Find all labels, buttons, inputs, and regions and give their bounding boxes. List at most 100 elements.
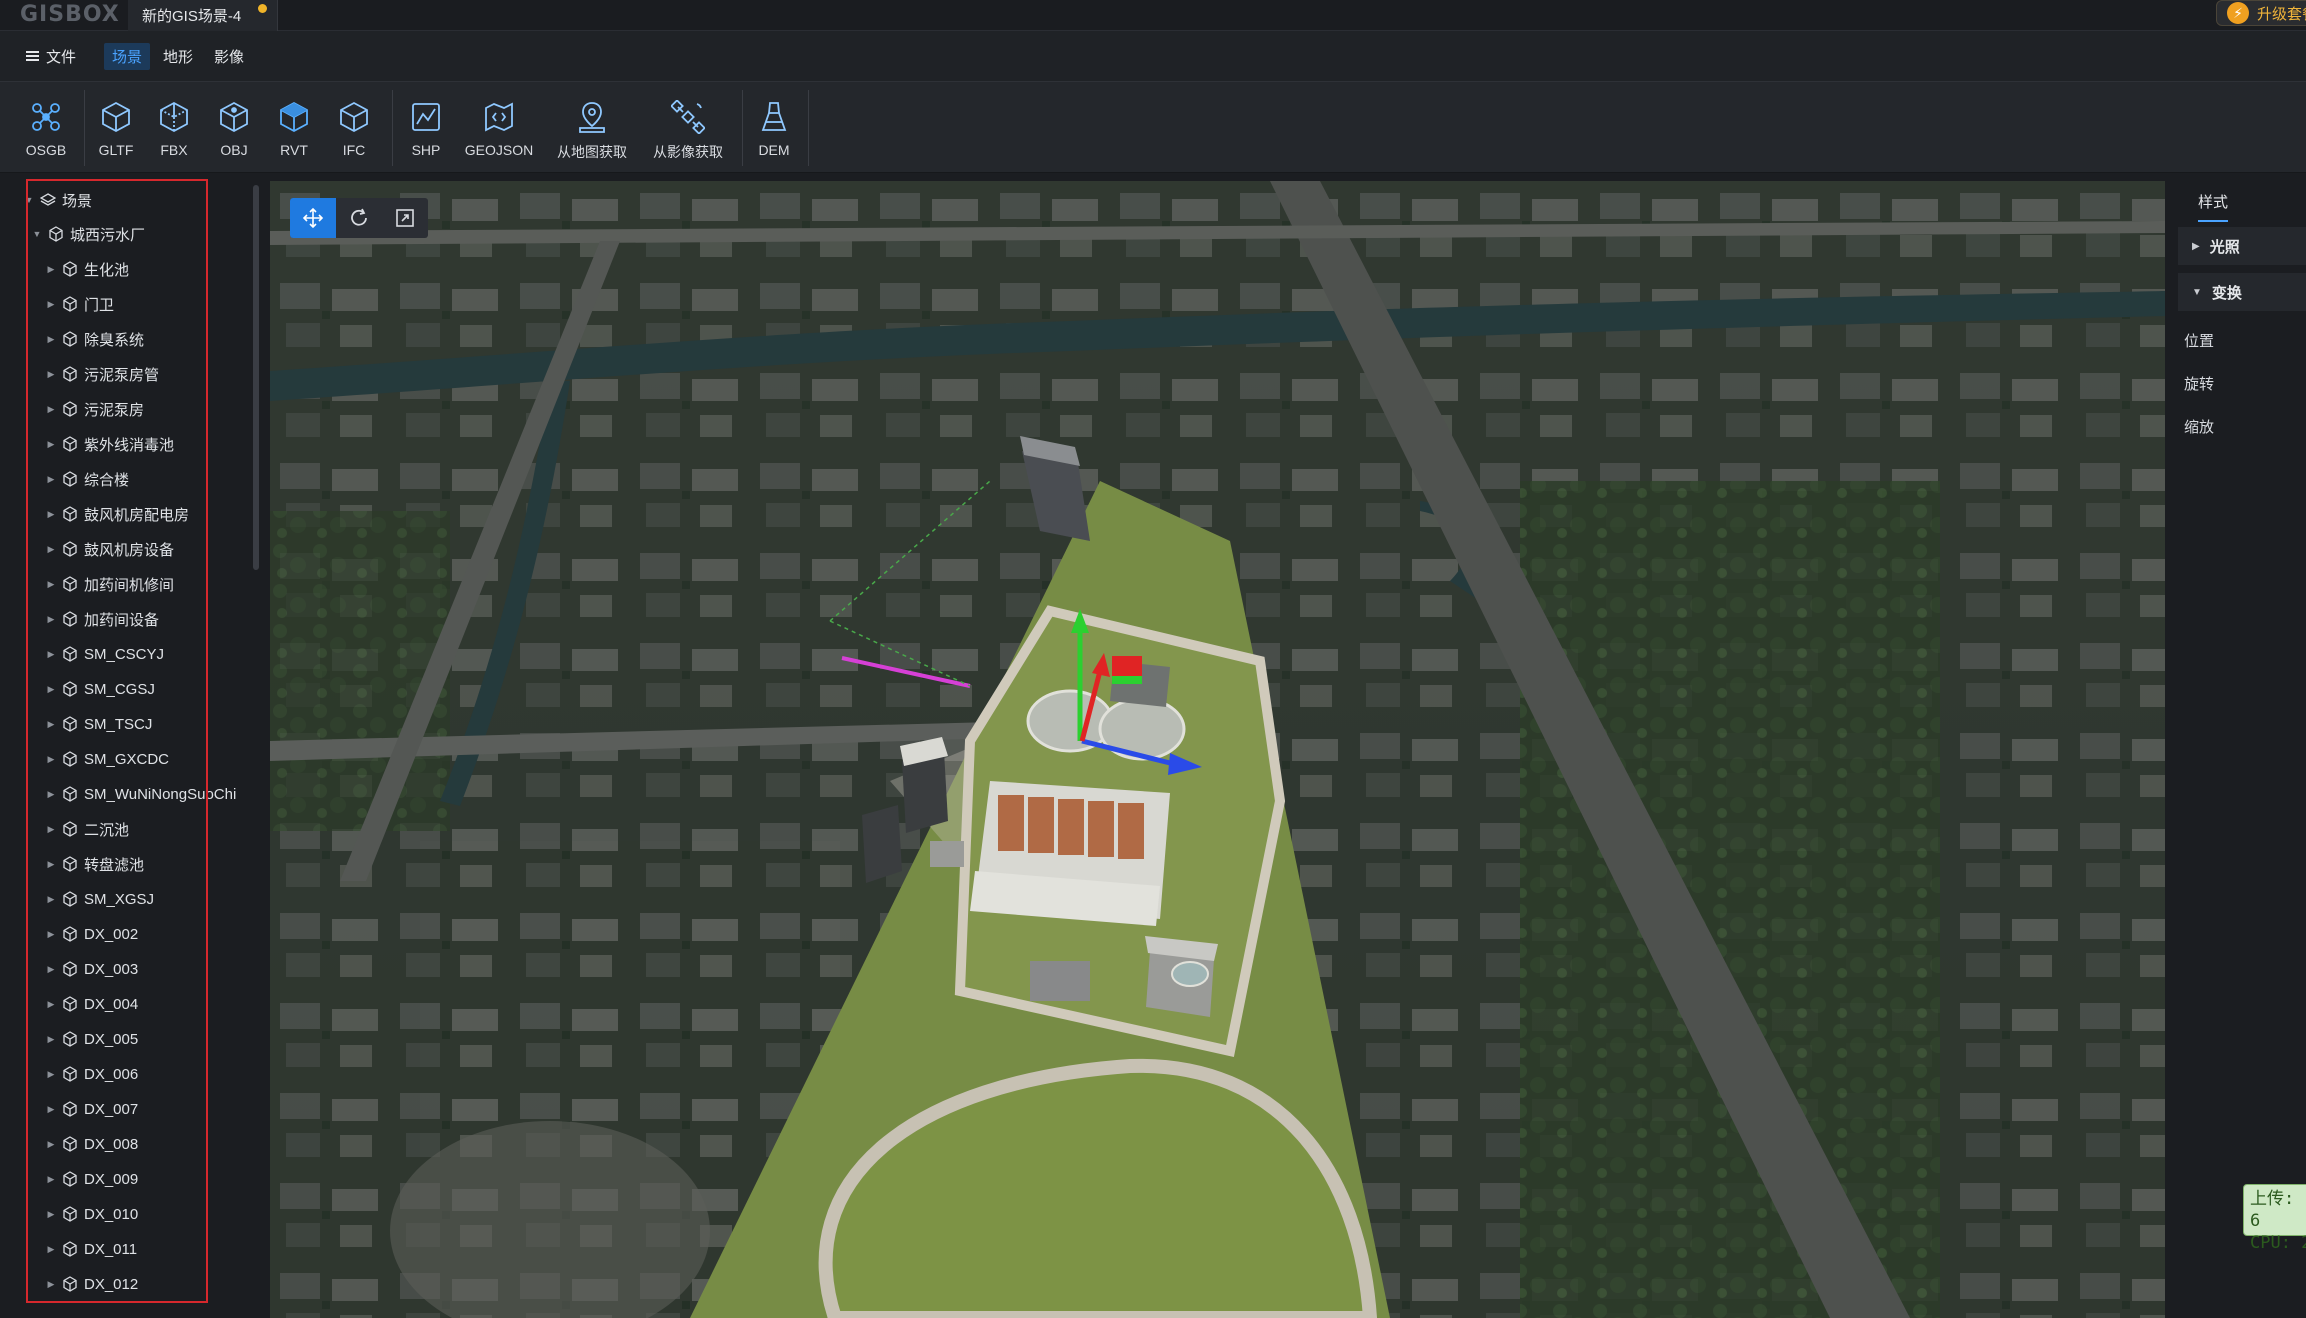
model-cube-icon	[63, 646, 77, 662]
tree-node[interactable]: ▶ 污泥泵房	[44, 392, 254, 426]
aerial-scene-canvas[interactable]	[270, 181, 2165, 1318]
chevron-right-icon[interactable]: ▶	[44, 929, 58, 940]
chevron-right-icon[interactable]: ▶	[44, 894, 58, 905]
chevron-down-icon[interactable]: ▼	[30, 229, 44, 239]
import-gltf-button[interactable]: GLTF	[88, 88, 144, 168]
tree-node[interactable]: ▶ DX_003	[44, 952, 254, 986]
tree-node[interactable]: ▶ DX_005	[44, 1022, 254, 1056]
tree-node[interactable]: ▶ DX_008	[44, 1127, 254, 1161]
chevron-right-icon[interactable]: ▶	[44, 754, 58, 765]
document-tab[interactable]: 新的GIS场景-4	[128, 0, 278, 31]
tree-node[interactable]: ▶ SM_XGSJ	[44, 882, 254, 916]
chevron-right-icon[interactable]: ▶	[44, 859, 58, 870]
tree-scrollbar[interactable]	[253, 185, 259, 570]
tab-terrain[interactable]: 地形	[155, 43, 201, 70]
tree-node[interactable]: ▶ 门卫	[44, 287, 254, 321]
tree-node[interactable]: ▶ 加药间设备	[44, 602, 254, 636]
tree-node[interactable]: ▶ DX_007	[44, 1092, 254, 1126]
tree-node[interactable]: ▶ DX_010	[44, 1197, 254, 1231]
tree-node[interactable]: ▶ DX_011	[44, 1232, 254, 1266]
gltf-label: GLTF	[98, 142, 134, 158]
tree-node-project[interactable]: ▼ 城西污水厂	[30, 217, 145, 251]
model-cube-icon	[63, 331, 77, 347]
chevron-right-icon[interactable]: ▶	[44, 684, 58, 695]
fetch-from-imagery-button[interactable]: 从影像获取	[640, 88, 736, 168]
tree-node[interactable]: ▶ 转盘滤池	[44, 847, 254, 881]
tree-node-label: DX_010	[84, 1205, 139, 1223]
tree-node-label: DX_002	[84, 925, 139, 943]
chevron-right-icon[interactable]: ▶	[44, 404, 58, 415]
chevron-right-icon[interactable]: ▶	[44, 369, 58, 380]
rotate-tool-button[interactable]	[336, 198, 382, 238]
import-osgb-button[interactable]: OSGB	[14, 88, 78, 168]
tree-node[interactable]: ▶ DX_012	[44, 1267, 254, 1301]
chevron-right-icon[interactable]: ▶	[44, 299, 58, 310]
tree-node[interactable]: ▶ 污泥泵房管	[44, 357, 254, 391]
chevron-right-icon[interactable]: ▶	[44, 649, 58, 660]
file-menu-button[interactable]: 文件	[26, 46, 76, 67]
chevron-right-icon[interactable]: ▶	[44, 544, 58, 555]
chevron-right-icon[interactable]: ▶	[44, 719, 58, 730]
tree-node[interactable]: ▶ 鼓风机房配电房	[44, 497, 254, 531]
tree-node[interactable]: ▶ DX_009	[44, 1162, 254, 1196]
import-dem-button[interactable]: DEM	[748, 88, 800, 168]
import-shp-button[interactable]: SHP	[398, 88, 454, 168]
tree-node[interactable]: ▶ DX_002	[44, 917, 254, 951]
menu-bar: 文件 场景 地形 影像	[0, 31, 2306, 81]
model-cube-icon	[63, 506, 77, 522]
model-cube-icon	[63, 926, 77, 942]
tree-node[interactable]: ▶ SM_CSCYJ	[44, 637, 254, 671]
import-geojson-button[interactable]: GEOJSON	[454, 88, 544, 168]
move-tool-button[interactable]	[290, 198, 336, 238]
import-rvt-button[interactable]: RVT	[264, 88, 324, 168]
chevron-right-icon[interactable]: ▶	[44, 1279, 58, 1290]
tree-node-scene-root[interactable]: ▼ 场景	[22, 183, 92, 217]
tree-node[interactable]: ▶ DX_006	[44, 1057, 254, 1091]
chevron-right-icon[interactable]: ▶	[44, 439, 58, 450]
tree-node[interactable]: ▶ SM_WuNiNongSuoChi	[44, 777, 254, 811]
chevron-right-icon[interactable]: ▶	[44, 824, 58, 835]
import-ifc-button[interactable]: IFC	[324, 88, 384, 168]
tab-scene[interactable]: 场景	[104, 42, 151, 70]
chevron-right-icon[interactable]: ▶	[44, 1104, 58, 1115]
chevron-down-icon[interactable]: ▼	[22, 195, 36, 205]
tree-node[interactable]: ▶ 综合楼	[44, 462, 254, 496]
fetch-from-map-button[interactable]: 从地图获取	[544, 88, 640, 168]
chevron-right-icon[interactable]: ▶	[44, 614, 58, 625]
tree-node-label: 场景	[62, 192, 93, 210]
tree-node[interactable]: ▶ SM_CGSJ	[44, 672, 254, 706]
chevron-right-icon[interactable]: ▶	[44, 1244, 58, 1255]
chevron-right-icon[interactable]: ▶	[44, 264, 58, 275]
chevron-right-icon[interactable]: ▶	[44, 334, 58, 345]
chevron-right-icon[interactable]: ▶	[44, 1209, 58, 1220]
chevron-right-icon[interactable]: ▶	[44, 579, 58, 590]
chevron-right-icon[interactable]: ▶	[44, 999, 58, 1010]
chevron-right-icon[interactable]: ▶	[44, 1069, 58, 1080]
tree-node[interactable]: ▶ SM_GXCDC	[44, 742, 254, 776]
section-lighting[interactable]: ▶ 光照	[2178, 227, 2306, 265]
section-transform[interactable]: ▼ 变换	[2178, 273, 2306, 311]
chevron-right-icon[interactable]: ▶	[44, 509, 58, 520]
chevron-right-icon[interactable]: ▶	[44, 789, 58, 800]
tab-style[interactable]: 样式	[2198, 191, 2229, 222]
scale-tool-button[interactable]	[382, 198, 428, 238]
tree-node[interactable]: ▶ 生化池	[44, 252, 254, 286]
tree-node[interactable]: ▶ 加药间机修间	[44, 567, 254, 601]
import-obj-button[interactable]: OBJ	[204, 88, 264, 168]
tree-node[interactable]: ▶ SM_TSCJ	[44, 707, 254, 741]
upgrade-button[interactable]: ⚡ 升级套餐	[2216, 0, 2306, 26]
model-cube-icon	[63, 786, 77, 802]
chevron-right-icon[interactable]: ▶	[44, 474, 58, 485]
chevron-right-icon[interactable]: ▶	[44, 964, 58, 975]
chevron-right-icon[interactable]: ▶	[44, 1034, 58, 1045]
tree-node[interactable]: ▶ DX_004	[44, 987, 254, 1021]
tree-node[interactable]: ▶ 二沉池	[44, 812, 254, 846]
chevron-right-icon[interactable]: ▶	[44, 1174, 58, 1185]
chevron-right-icon[interactable]: ▶	[44, 1139, 58, 1150]
tab-imagery[interactable]: 影像	[206, 43, 252, 70]
import-fbx-button[interactable]: FBX	[144, 88, 204, 168]
tree-node[interactable]: ▶ 除臭系统	[44, 322, 254, 356]
tree-node[interactable]: ▶ 鼓风机房设备	[44, 532, 254, 566]
3d-viewport[interactable]	[270, 181, 2165, 1318]
tree-node[interactable]: ▶ 紫外线消毒池	[44, 427, 254, 461]
